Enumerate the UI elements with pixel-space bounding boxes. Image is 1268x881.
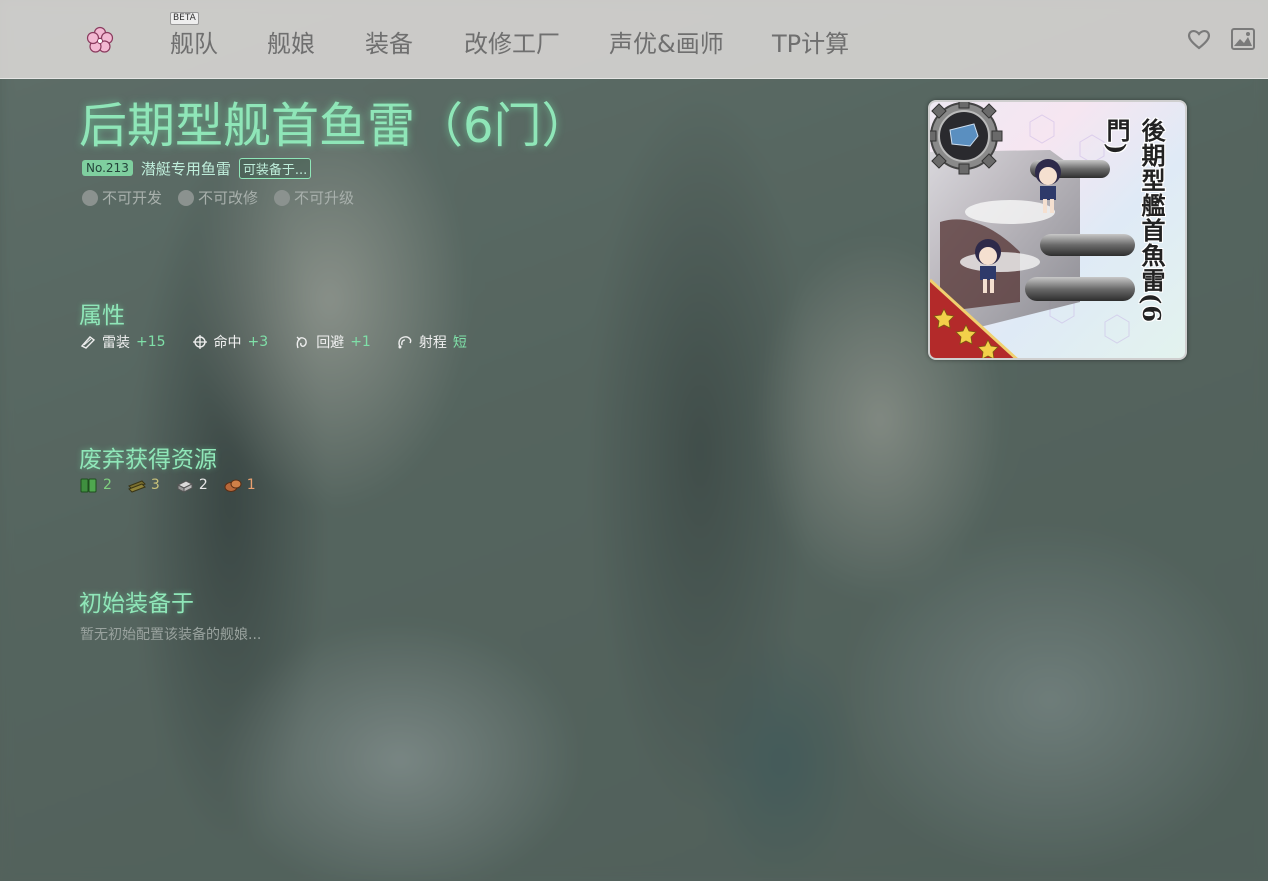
stat-torpedo: 雷装 +15 xyxy=(80,332,166,352)
accuracy-icon xyxy=(192,335,207,349)
stat-value: +1 xyxy=(350,334,371,350)
status-dot-icon xyxy=(178,189,195,206)
equipment-flags: 不可开发 不可改修 不可升级 xyxy=(82,187,354,208)
stat-label: 射程 xyxy=(418,335,447,351)
nav-tp-calculator[interactable]: TP计算 xyxy=(772,24,849,59)
evasion-icon xyxy=(296,336,308,349)
resource-ammo: 3 xyxy=(128,477,160,493)
nav-ships[interactable]: 舰娘 xyxy=(267,24,315,59)
stat-label: 命中 xyxy=(213,335,242,351)
equipment-number-badge: No.213 xyxy=(82,160,133,176)
equipment-type[interactable]: 潜艇专用鱼雷 xyxy=(141,158,231,179)
sakura-logo-icon[interactable] xyxy=(86,26,114,54)
nav-voice-illustrators[interactable]: 声优&画师 xyxy=(609,24,724,59)
scrap-section-title: 废弃获得资源 xyxy=(79,447,217,473)
flag-upgrade: 不可升级 xyxy=(274,187,354,208)
ammo-icon xyxy=(128,480,146,493)
stat-accuracy: 命中 +3 xyxy=(192,332,269,352)
equipment-meta: No.213 潜艇专用鱼雷 可装备于... xyxy=(82,157,312,179)
card-name-text: 後期型艦首魚雷(6門) xyxy=(1102,118,1166,324)
stat-label: 雷装 xyxy=(102,335,130,351)
stat-value: +15 xyxy=(136,334,166,350)
equippable-by-button[interactable]: 可装备于... xyxy=(238,157,312,179)
stat-label: 回避 xyxy=(316,335,345,351)
status-dot-icon xyxy=(274,189,291,206)
resource-fuel: 2 xyxy=(80,477,112,493)
nav-arsenal[interactable]: 改修工厂 xyxy=(464,24,560,59)
torpedo-icon xyxy=(80,336,96,349)
stats-list: 雷装 +15 命中 +3 回避 +1 射程 短 xyxy=(80,332,467,352)
flag-upgrade-label: 不可升级 xyxy=(294,189,355,207)
stat-value: +3 xyxy=(247,334,269,350)
nav-equipment[interactable]: 装备 xyxy=(365,24,413,59)
resource-value: 2 xyxy=(198,477,208,493)
flag-develop: 不可开发 xyxy=(82,187,162,208)
flag-improve-label: 不可改修 xyxy=(198,189,259,207)
steel-icon xyxy=(176,480,193,493)
resource-value: 1 xyxy=(246,477,256,493)
nav-fleet[interactable]: 舰队 xyxy=(170,24,218,59)
stat-evasion: 回避 +1 xyxy=(294,332,371,352)
heart-icon[interactable] xyxy=(1186,26,1212,52)
resource-value: 3 xyxy=(150,477,160,493)
flag-develop-label: 不可开发 xyxy=(102,189,163,207)
resource-value: 2 xyxy=(103,477,112,493)
scrap-resources: 2 3 2 1 xyxy=(80,477,256,493)
equipment-title: 后期型舰首鱼雷（6门） xyxy=(79,98,590,154)
initial-equipped-section-title: 初始装备于 xyxy=(79,591,194,617)
fuel-icon xyxy=(80,478,97,493)
initial-equipped-empty-note: 暂无初始配置该装备的舰娘... xyxy=(80,627,262,643)
status-dot-icon xyxy=(82,189,98,206)
resource-steel: 2 xyxy=(176,477,208,493)
range-icon xyxy=(398,336,412,349)
top-navigation: BETA 舰队 舰娘 装备 改修工厂 声优&画师 TP计算 xyxy=(0,0,1268,79)
flag-improve: 不可改修 xyxy=(178,187,258,208)
stat-value: 短 xyxy=(452,335,467,351)
bauxite-icon xyxy=(224,479,242,492)
resource-bauxite: 1 xyxy=(224,477,256,493)
image-icon[interactable] xyxy=(1230,26,1256,52)
stat-range: 射程 短 xyxy=(397,332,467,352)
stats-section-title: 属性 xyxy=(79,303,125,329)
equipment-card-image: 後期型艦首魚雷(6門) xyxy=(928,100,1187,360)
